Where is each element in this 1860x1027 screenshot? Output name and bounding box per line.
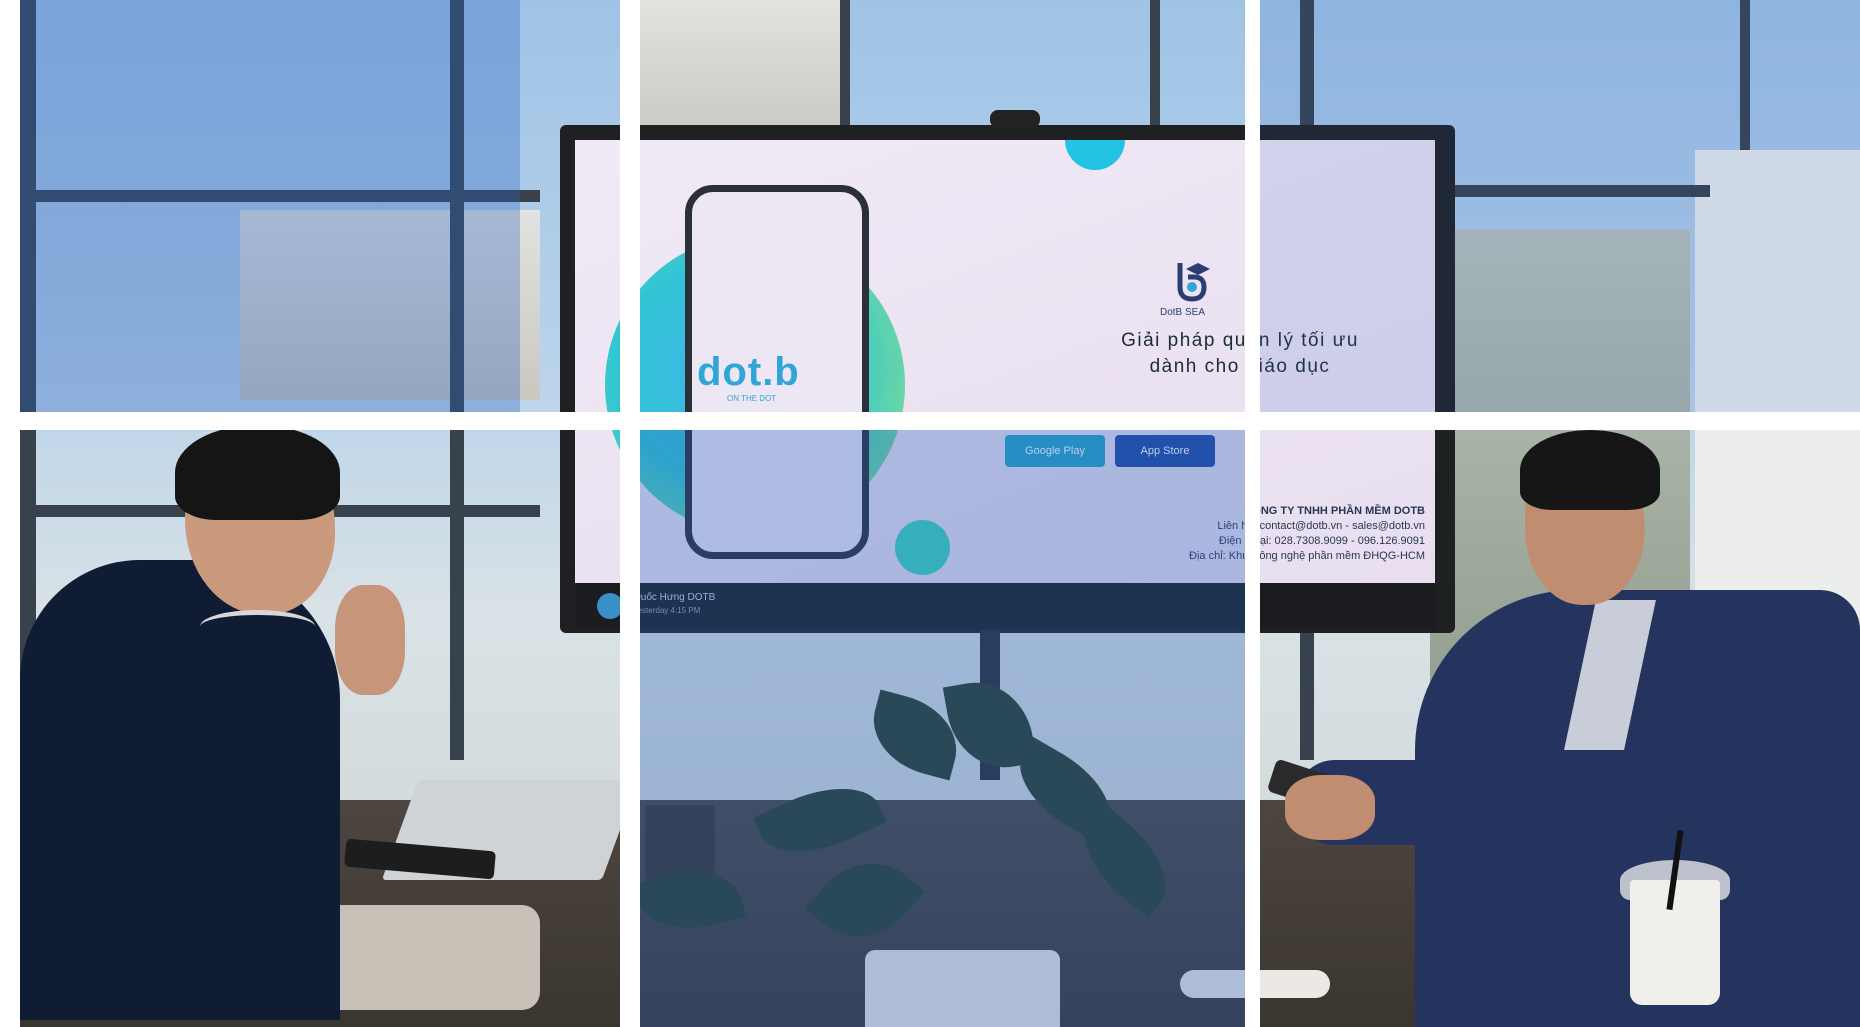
tint-tile: [640, 430, 1245, 1027]
person-left-hand: [335, 585, 405, 695]
building-center: [630, 0, 840, 140]
person-left-hair: [175, 425, 340, 520]
webcam: [990, 110, 1040, 128]
person-right-hair: [1520, 430, 1660, 510]
tint-tile: [20, 0, 520, 412]
app-logo-tagline: ON THE DOT: [727, 394, 777, 403]
brand-name: DotB SEA: [1160, 307, 1206, 318]
plastic-cup: [1630, 880, 1720, 1005]
grid-gutter: [1245, 0, 1260, 1027]
grid-gutter: [0, 412, 1860, 430]
app-logo: dot.b: [697, 350, 800, 394]
photo-grid: dot.b ON THE DOT DotB SEA Giải pháp quản…: [0, 0, 1860, 1027]
person-right-hand: [1285, 775, 1375, 840]
graduation-cap-icon: [1177, 263, 1210, 302]
tint-tile: [1260, 0, 1860, 412]
grid-gutter: [0, 0, 20, 1027]
decor-circle: [1065, 140, 1125, 170]
grid-gutter: [620, 0, 640, 1027]
polo-collar: [200, 610, 315, 643]
window-frame: [840, 0, 850, 125]
window-frame: [1150, 0, 1160, 125]
